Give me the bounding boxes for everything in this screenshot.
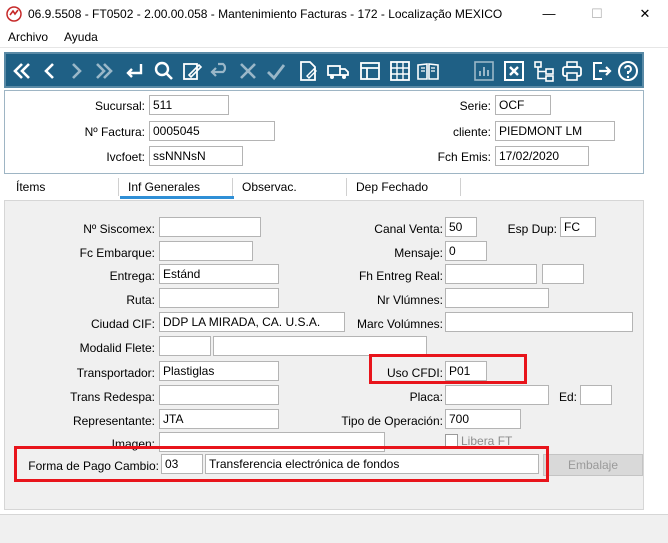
nfactura-field[interactable]: 0005045 xyxy=(149,121,275,141)
nsiscomex-field[interactable] xyxy=(159,217,261,237)
ruta-field[interactable] xyxy=(159,288,279,308)
transredespa-label: Trans Redespa: xyxy=(70,390,155,404)
ciudadcif-field[interactable]: DDP LA MIRADA, CA. U.S.A. xyxy=(159,312,345,332)
print-icon[interactable] xyxy=(560,59,584,83)
tipoop-label: Tipo de Operación: xyxy=(341,414,443,428)
window-title: 06.9.5508 - FT0502 - 2.00.00.058 - Mante… xyxy=(28,7,503,21)
usocfdi-highlight xyxy=(369,354,527,384)
edit-icon[interactable] xyxy=(180,59,204,83)
formapago-highlight xyxy=(14,446,549,482)
book-icon[interactable] xyxy=(416,59,440,83)
placa-label: Placa: xyxy=(409,390,443,404)
tree-icon[interactable] xyxy=(532,59,556,83)
search-icon[interactable] xyxy=(152,59,176,83)
title-bar: 06.9.5508 - FT0502 - 2.00.00.058 - Mante… xyxy=(0,0,668,28)
menu-bar: Archivo Ayuda xyxy=(0,28,668,48)
active-tab-indicator xyxy=(120,196,234,199)
minimize-button[interactable]: — xyxy=(534,4,564,24)
tab-bar: Ítems Inf Generales Observac. Dep Fechad… xyxy=(4,176,644,200)
sucursal-field[interactable]: 511 xyxy=(149,95,229,115)
exit-icon[interactable] xyxy=(590,59,614,83)
ivcfoet-field[interactable]: ssNNNsN xyxy=(149,146,243,166)
serie-field[interactable]: OCF xyxy=(495,95,551,115)
tab-separator xyxy=(346,178,347,196)
truck-icon[interactable] xyxy=(326,59,350,83)
canalventa-field[interactable]: 50 xyxy=(445,217,477,237)
nsiscomex-label: Nº Siscomex: xyxy=(83,222,155,236)
embalaje-button[interactable]: Embalaje xyxy=(543,454,643,476)
fcembarque-label: Fc Embarque: xyxy=(79,246,155,260)
header-panel: Sucursal: 511 Nº Factura: 0005045 Ivcfoe… xyxy=(4,90,644,174)
fhentreg-date-field[interactable] xyxy=(445,264,537,284)
confirm-icon[interactable] xyxy=(264,59,288,83)
entrega-field[interactable]: Estánd xyxy=(159,264,279,284)
ed-label: Ed: xyxy=(558,390,577,404)
ivcfoet-label: Ivcfoet: xyxy=(106,150,145,164)
marcvol-field[interactable] xyxy=(445,312,633,332)
espdup-field[interactable]: FC xyxy=(560,217,596,237)
tab-separator xyxy=(118,178,119,196)
calculator-icon[interactable] xyxy=(388,59,412,83)
toolbar xyxy=(4,52,644,88)
ruta-label: Ruta: xyxy=(126,293,155,307)
status-bar xyxy=(0,514,668,543)
cliente-label: cliente: xyxy=(452,125,491,139)
nfactura-label: Nº Factura: xyxy=(84,125,145,139)
tab-separator xyxy=(460,178,461,196)
chart-icon[interactable] xyxy=(472,59,496,83)
mensaje-field[interactable]: 0 xyxy=(445,241,487,261)
help-icon[interactable] xyxy=(616,59,640,83)
modalid-flete-code-field[interactable] xyxy=(159,336,211,356)
tipoop-field[interactable]: 700 xyxy=(445,409,521,429)
app-icon xyxy=(6,6,22,22)
transportador-field[interactable]: Plastiglas xyxy=(159,361,279,381)
canalventa-label: Canal Venta: xyxy=(374,222,443,236)
representante-label: Representante: xyxy=(72,414,155,428)
close-box-icon[interactable] xyxy=(502,59,526,83)
sucursal-label: Sucursal: xyxy=(94,99,145,113)
prev-icon[interactable] xyxy=(38,59,62,83)
menu-archivo[interactable]: Archivo xyxy=(8,30,48,44)
fchemis-field[interactable]: 17/02/2020 xyxy=(495,146,589,166)
marcvol-label: Marc Volúmnes: xyxy=(356,317,443,331)
tab-observac[interactable]: Observac. xyxy=(242,180,297,194)
close-button[interactable]: ✕ xyxy=(630,4,660,24)
fhentreg-time-field[interactable] xyxy=(542,264,584,284)
transredespa-field[interactable] xyxy=(159,385,279,405)
mensaje-label: Mensaje: xyxy=(394,246,443,260)
first-icon[interactable] xyxy=(10,59,34,83)
nrvol-field[interactable] xyxy=(445,288,549,308)
return-icon[interactable] xyxy=(122,59,146,83)
last-icon[interactable] xyxy=(92,59,116,83)
ciudadcif-label: Ciudad CIF: xyxy=(90,317,155,331)
ed-field[interactable] xyxy=(580,385,612,405)
fcembarque-field[interactable] xyxy=(159,241,253,261)
tab-separator xyxy=(232,178,233,196)
espdup-label: Esp Dup: xyxy=(507,222,557,236)
fchemis-label: Fch Emis: xyxy=(437,150,491,164)
nrvol-label: Nr Vlúmnes: xyxy=(376,293,443,307)
undo-icon[interactable] xyxy=(208,59,232,83)
layout-icon[interactable] xyxy=(358,59,382,83)
delete-icon[interactable] xyxy=(236,59,260,83)
modalid-flete-label: Modalid Flete: xyxy=(79,341,155,355)
maximize-button[interactable]: ☐ xyxy=(582,4,612,24)
transportador-label: Transportador: xyxy=(76,366,155,380)
tab-items[interactable]: Ítems xyxy=(16,180,45,194)
document-icon[interactable] xyxy=(296,59,320,83)
tab-dep-fechado[interactable]: Dep Fechado xyxy=(356,180,428,194)
tab-inf-generales[interactable]: Inf Generales xyxy=(128,180,200,194)
fhentreg-label: Fh Entreg Real: xyxy=(358,269,443,283)
modalid-flete-desc-field[interactable] xyxy=(213,336,427,356)
serie-label: Serie: xyxy=(459,99,491,113)
entrega-label: Entrega: xyxy=(109,269,155,283)
placa-field[interactable] xyxy=(445,385,549,405)
next-icon[interactable] xyxy=(64,59,88,83)
cliente-field[interactable]: PIEDMONT LM xyxy=(495,121,615,141)
representante-field[interactable]: JTA xyxy=(159,409,279,429)
menu-ayuda[interactable]: Ayuda xyxy=(64,30,98,44)
